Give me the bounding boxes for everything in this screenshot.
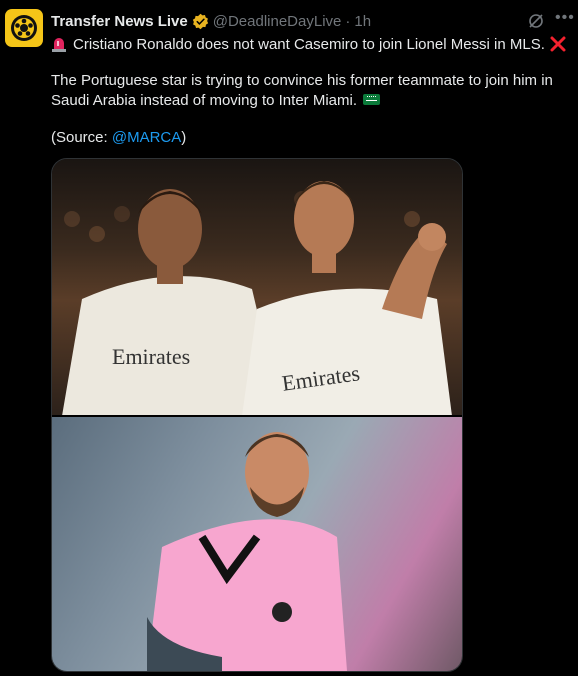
saudi-flag-icon	[363, 93, 380, 105]
avatar[interactable]	[5, 9, 43, 47]
tweet[interactable]: Transfer News Live @DeadlineDayLive · 1h…	[0, 0, 578, 676]
svg-text:Emirates: Emirates	[112, 344, 190, 369]
account-name[interactable]: Transfer News Live	[51, 13, 188, 30]
verified-badge-icon	[192, 13, 208, 29]
tweet-source: (Source: @MARCA)	[51, 128, 566, 148]
photo-ronaldo-casemiro[interactable]: Emirates Emirates	[52, 159, 462, 416]
tweet-header: Transfer News Live @DeadlineDayLive · 1h	[51, 11, 371, 31]
tweet-media[interactable]: Emirates Emirates	[51, 158, 463, 672]
tweet-headline: Cristiano Ronaldo does not want Casemiro…	[73, 35, 545, 53]
tweet-headline-line: Cristiano Ronaldo does not want Casemiro…	[51, 34, 566, 54]
more-icon[interactable]: •••	[555, 9, 575, 27]
x-mark-icon	[550, 36, 566, 52]
source-prefix: (Source:	[51, 129, 112, 146]
tweet-body-text: The Portuguese star is trying to convinc…	[51, 72, 553, 109]
separator-dot: ·	[345, 12, 351, 30]
photo-messi[interactable]	[52, 417, 462, 671]
photo-messi-illustration	[147, 432, 347, 671]
source-suffix: )	[181, 129, 187, 146]
photo-ronaldo-casemiro-illustration: Emirates Emirates	[62, 181, 452, 416]
account-handle[interactable]: @DeadlineDayLive	[213, 13, 342, 30]
avatar-logo-icon	[11, 15, 37, 41]
source-link[interactable]: @MARCA	[112, 129, 181, 146]
timestamp[interactable]: 1h	[354, 13, 371, 30]
siren-icon	[52, 38, 66, 52]
tweet-body: The Portuguese star is trying to convinc…	[51, 71, 566, 111]
grok-icon[interactable]	[527, 12, 545, 30]
